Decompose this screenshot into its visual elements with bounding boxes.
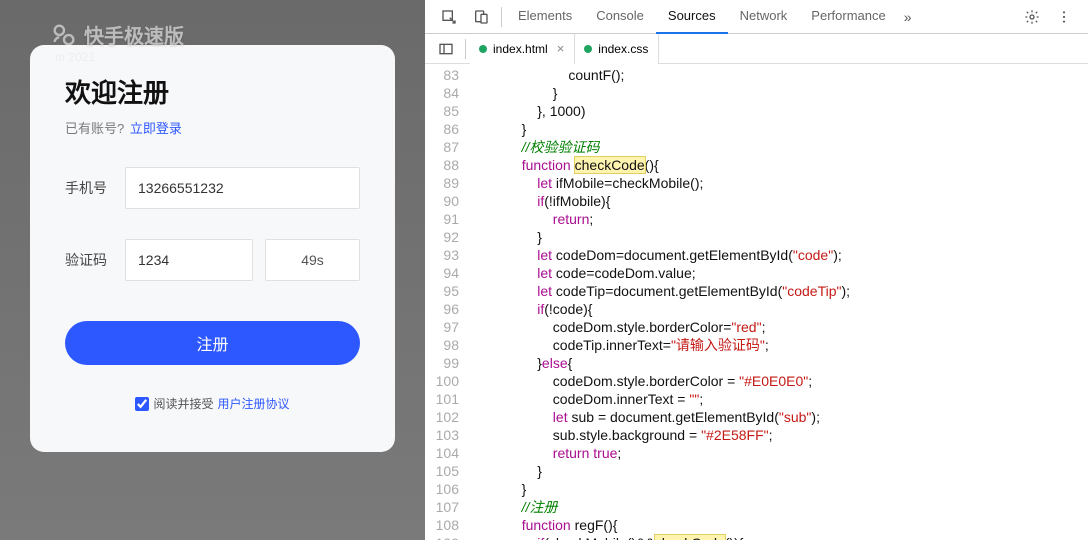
line-gutter: 8384858687888990919293949596979899100101… — [425, 64, 467, 540]
inspect-icon[interactable] — [433, 9, 465, 25]
code-content[interactable]: countF(); } }, 1000) } //校验验证码 function … — [467, 64, 1088, 540]
code-editor[interactable]: 8384858687888990919293949596979899100101… — [425, 64, 1088, 540]
tab-network[interactable]: Network — [728, 0, 800, 34]
page-title: 欢迎注册 — [65, 73, 360, 110]
file-tab-index-html[interactable]: index.html × — [470, 34, 575, 64]
code-input[interactable] — [125, 239, 253, 281]
agree-checkbox[interactable] — [135, 397, 149, 411]
gear-icon[interactable] — [1016, 9, 1048, 25]
code-label: 验证码 — [65, 250, 125, 270]
agreement-row: 阅读并接受 用户注册协议 — [65, 395, 360, 412]
login-link[interactable]: 立即登录 — [130, 121, 182, 136]
tab-performance[interactable]: Performance — [799, 0, 897, 34]
brand-name: 快手极速版 — [84, 20, 184, 49]
phone-label: 手机号 — [65, 178, 125, 198]
sources-subbar: index.html × index.css — [425, 34, 1088, 64]
have-account-text: 已有账号? 立即登录 — [65, 118, 360, 137]
tab-sources[interactable]: Sources — [656, 0, 728, 34]
brand-sub: m 2021 — [55, 50, 95, 64]
navigator-toggle-icon[interactable] — [431, 41, 461, 57]
devtools-tabbar: Elements Console Sources Network Perform… — [425, 0, 1088, 34]
kebab-menu-icon[interactable] — [1048, 9, 1080, 25]
device-toggle-icon[interactable] — [465, 9, 497, 25]
tab-elements[interactable]: Elements — [506, 0, 584, 34]
close-icon[interactable]: × — [557, 41, 565, 56]
more-tabs-icon[interactable]: » — [898, 9, 918, 25]
agree-text: 阅读并接受 — [153, 395, 213, 412]
brand-icon — [50, 21, 78, 49]
brand-watermark: 快手极速版 — [50, 20, 184, 49]
devtools-panel: Elements Console Sources Network Perform… — [425, 0, 1088, 540]
register-button[interactable]: 注册 — [65, 321, 360, 365]
send-code-button[interactable]: 49s — [265, 239, 360, 281]
agreement-link[interactable]: 用户注册协议 — [218, 395, 290, 412]
file-tab-index-css[interactable]: index.css — [575, 34, 659, 64]
code-row: 验证码 49s — [65, 239, 360, 281]
phone-row: 手机号 — [65, 167, 360, 209]
registration-page: 快手极速版 m 2021 欢迎注册 已有账号? 立即登录 手机号 验证码 49s… — [0, 0, 425, 540]
tab-console[interactable]: Console — [584, 0, 656, 34]
phone-input[interactable] — [125, 167, 360, 209]
register-card: 欢迎注册 已有账号? 立即登录 手机号 验证码 49s 注册 阅读并接受 用户注… — [30, 45, 395, 452]
